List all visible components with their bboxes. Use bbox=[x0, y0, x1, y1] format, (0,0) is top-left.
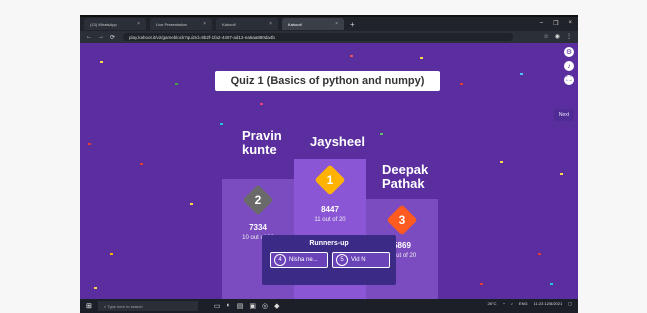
system-tray: 26°C ◔ ♪ ENG 11:23 12/8/2021 ▢ bbox=[488, 301, 572, 306]
podium-name-third: Deepak Pathak bbox=[382, 162, 429, 191]
volume-icon[interactable]: ♪ bbox=[511, 301, 513, 306]
reload-icon[interactable]: ⟳ bbox=[110, 34, 115, 41]
settings-icon[interactable]: ⚙ bbox=[564, 47, 574, 57]
podium-name-first: Jaysheel bbox=[310, 134, 365, 149]
runners-up-panel: Runners-up 4 Nisha ne... 5 Vid N bbox=[262, 235, 396, 285]
tab-kahoot[interactable]: Kahoot! × bbox=[216, 18, 278, 30]
windows-start-icon[interactable]: ⊞ bbox=[86, 302, 92, 310]
rank-badge-first: 1 bbox=[314, 164, 346, 196]
close-icon[interactable]: × bbox=[335, 21, 338, 27]
taskbar-apps: ▭ ◐ ▤ ▣ ◎ ◆ bbox=[214, 302, 280, 310]
language-text: ENG bbox=[518, 301, 528, 306]
minimize-icon[interactable]: – bbox=[540, 20, 543, 27]
rank-number: 2 bbox=[254, 193, 262, 207]
rank-badge-second: 2 bbox=[242, 184, 274, 216]
close-icon[interactable]: × bbox=[568, 20, 572, 27]
time-text: 11:23 bbox=[533, 301, 544, 306]
close-icon[interactable]: × bbox=[203, 21, 206, 27]
edge-icon[interactable]: ◐ bbox=[227, 302, 231, 310]
browser-actions: ☆ ◉ ⋮ bbox=[543, 33, 572, 40]
chrome-icon[interactable]: ◎ bbox=[262, 302, 268, 310]
kahoot-stage: Quiz 1 (Basics of python and numpy) ⚙ ♪ … bbox=[80, 43, 578, 299]
profile-icon[interactable]: ◉ bbox=[555, 33, 560, 40]
file-explorer-icon[interactable]: ▤ bbox=[237, 302, 244, 310]
tab-label: Kahoot! bbox=[288, 21, 302, 27]
restore-icon[interactable]: ❐ bbox=[553, 20, 558, 27]
search-placeholder: Type here to search bbox=[107, 303, 143, 309]
runner-rank: 5 bbox=[336, 254, 348, 266]
url-field[interactable]: play.kahoot.it/v2/gameblock?quizId=9b2f-… bbox=[123, 33, 514, 41]
runner-name: Vid N bbox=[351, 257, 366, 263]
tab-label: (13) WhatsApp bbox=[90, 21, 117, 27]
wifi-icon[interactable]: ◔ bbox=[502, 301, 504, 306]
runner-name: Nisha ne... bbox=[289, 257, 318, 263]
quiz-title: Quiz 1 (Basics of python and numpy) bbox=[215, 71, 440, 91]
rank-number: 3 bbox=[398, 213, 406, 227]
tab-whatsapp[interactable]: (13) WhatsApp × bbox=[84, 18, 146, 30]
new-tab-button[interactable]: + bbox=[350, 20, 355, 29]
notification-icon[interactable]: ▢ bbox=[568, 301, 572, 306]
back-icon[interactable]: ← bbox=[86, 34, 92, 41]
windows-taskbar: ⊞ ⌕ Type here to search ▭ ◐ ▤ ▣ ◎ ◆ 26°C… bbox=[80, 299, 578, 313]
runner-rank: 4 bbox=[274, 254, 286, 266]
address-bar-row: ← → ⟳ play.kahoot.it/v2/gameblock?quizId… bbox=[80, 31, 578, 43]
screen-capture: (13) WhatsApp × Live Presentation × Kaho… bbox=[80, 15, 578, 313]
browser-tab-strip: (13) WhatsApp × Live Presentation × Kaho… bbox=[80, 17, 578, 31]
store-icon[interactable]: ▣ bbox=[249, 302, 256, 310]
tab-label: Live Presentation bbox=[156, 21, 187, 27]
nav-buttons: ← → ⟳ bbox=[86, 34, 115, 41]
forward-icon[interactable]: → bbox=[98, 34, 104, 41]
url-text: play.kahoot.it/v2/gameblock?quizId=9b2f-… bbox=[129, 34, 275, 40]
music-icon[interactable]: ♪ bbox=[564, 61, 574, 71]
teams-icon[interactable]: ◆ bbox=[274, 302, 279, 310]
fullscreen-icon[interactable]: ⛶ bbox=[564, 75, 574, 85]
podium-name-second: Pravin kunte bbox=[242, 128, 282, 157]
runner-up-item: 5 Vid N bbox=[332, 252, 390, 268]
star-icon[interactable]: ☆ bbox=[543, 33, 548, 40]
next-button[interactable]: Next bbox=[554, 109, 574, 121]
close-icon[interactable]: × bbox=[137, 21, 140, 27]
podium-score: 8447 bbox=[321, 205, 339, 214]
clock[interactable]: 11:23 12/8/2021 bbox=[534, 301, 563, 306]
window-controls: – ❐ × bbox=[540, 20, 572, 27]
rank-number: 1 bbox=[326, 173, 334, 187]
podium-score: 7334 bbox=[249, 223, 267, 232]
runners-up-title: Runners-up bbox=[309, 240, 349, 247]
tab-live-presentation[interactable]: Live Presentation × bbox=[150, 18, 212, 30]
weather-text: 26°C bbox=[487, 301, 497, 306]
podium-correct-count: 11 out of 20 bbox=[314, 217, 346, 223]
menu-icon[interactable]: ⋮ bbox=[566, 33, 572, 40]
close-icon[interactable]: × bbox=[269, 21, 272, 27]
rank-badge-third: 3 bbox=[386, 204, 418, 236]
date-text: 12/8/2021 bbox=[544, 301, 563, 306]
taskbar-search[interactable]: ⌕ Type here to search bbox=[97, 301, 198, 311]
tab-kahoot-active[interactable]: Kahoot! × bbox=[282, 18, 344, 30]
task-view-icon[interactable]: ▭ bbox=[214, 302, 221, 310]
runner-up-item: 4 Nisha ne... bbox=[270, 252, 328, 268]
tab-label: Kahoot! bbox=[222, 21, 236, 27]
